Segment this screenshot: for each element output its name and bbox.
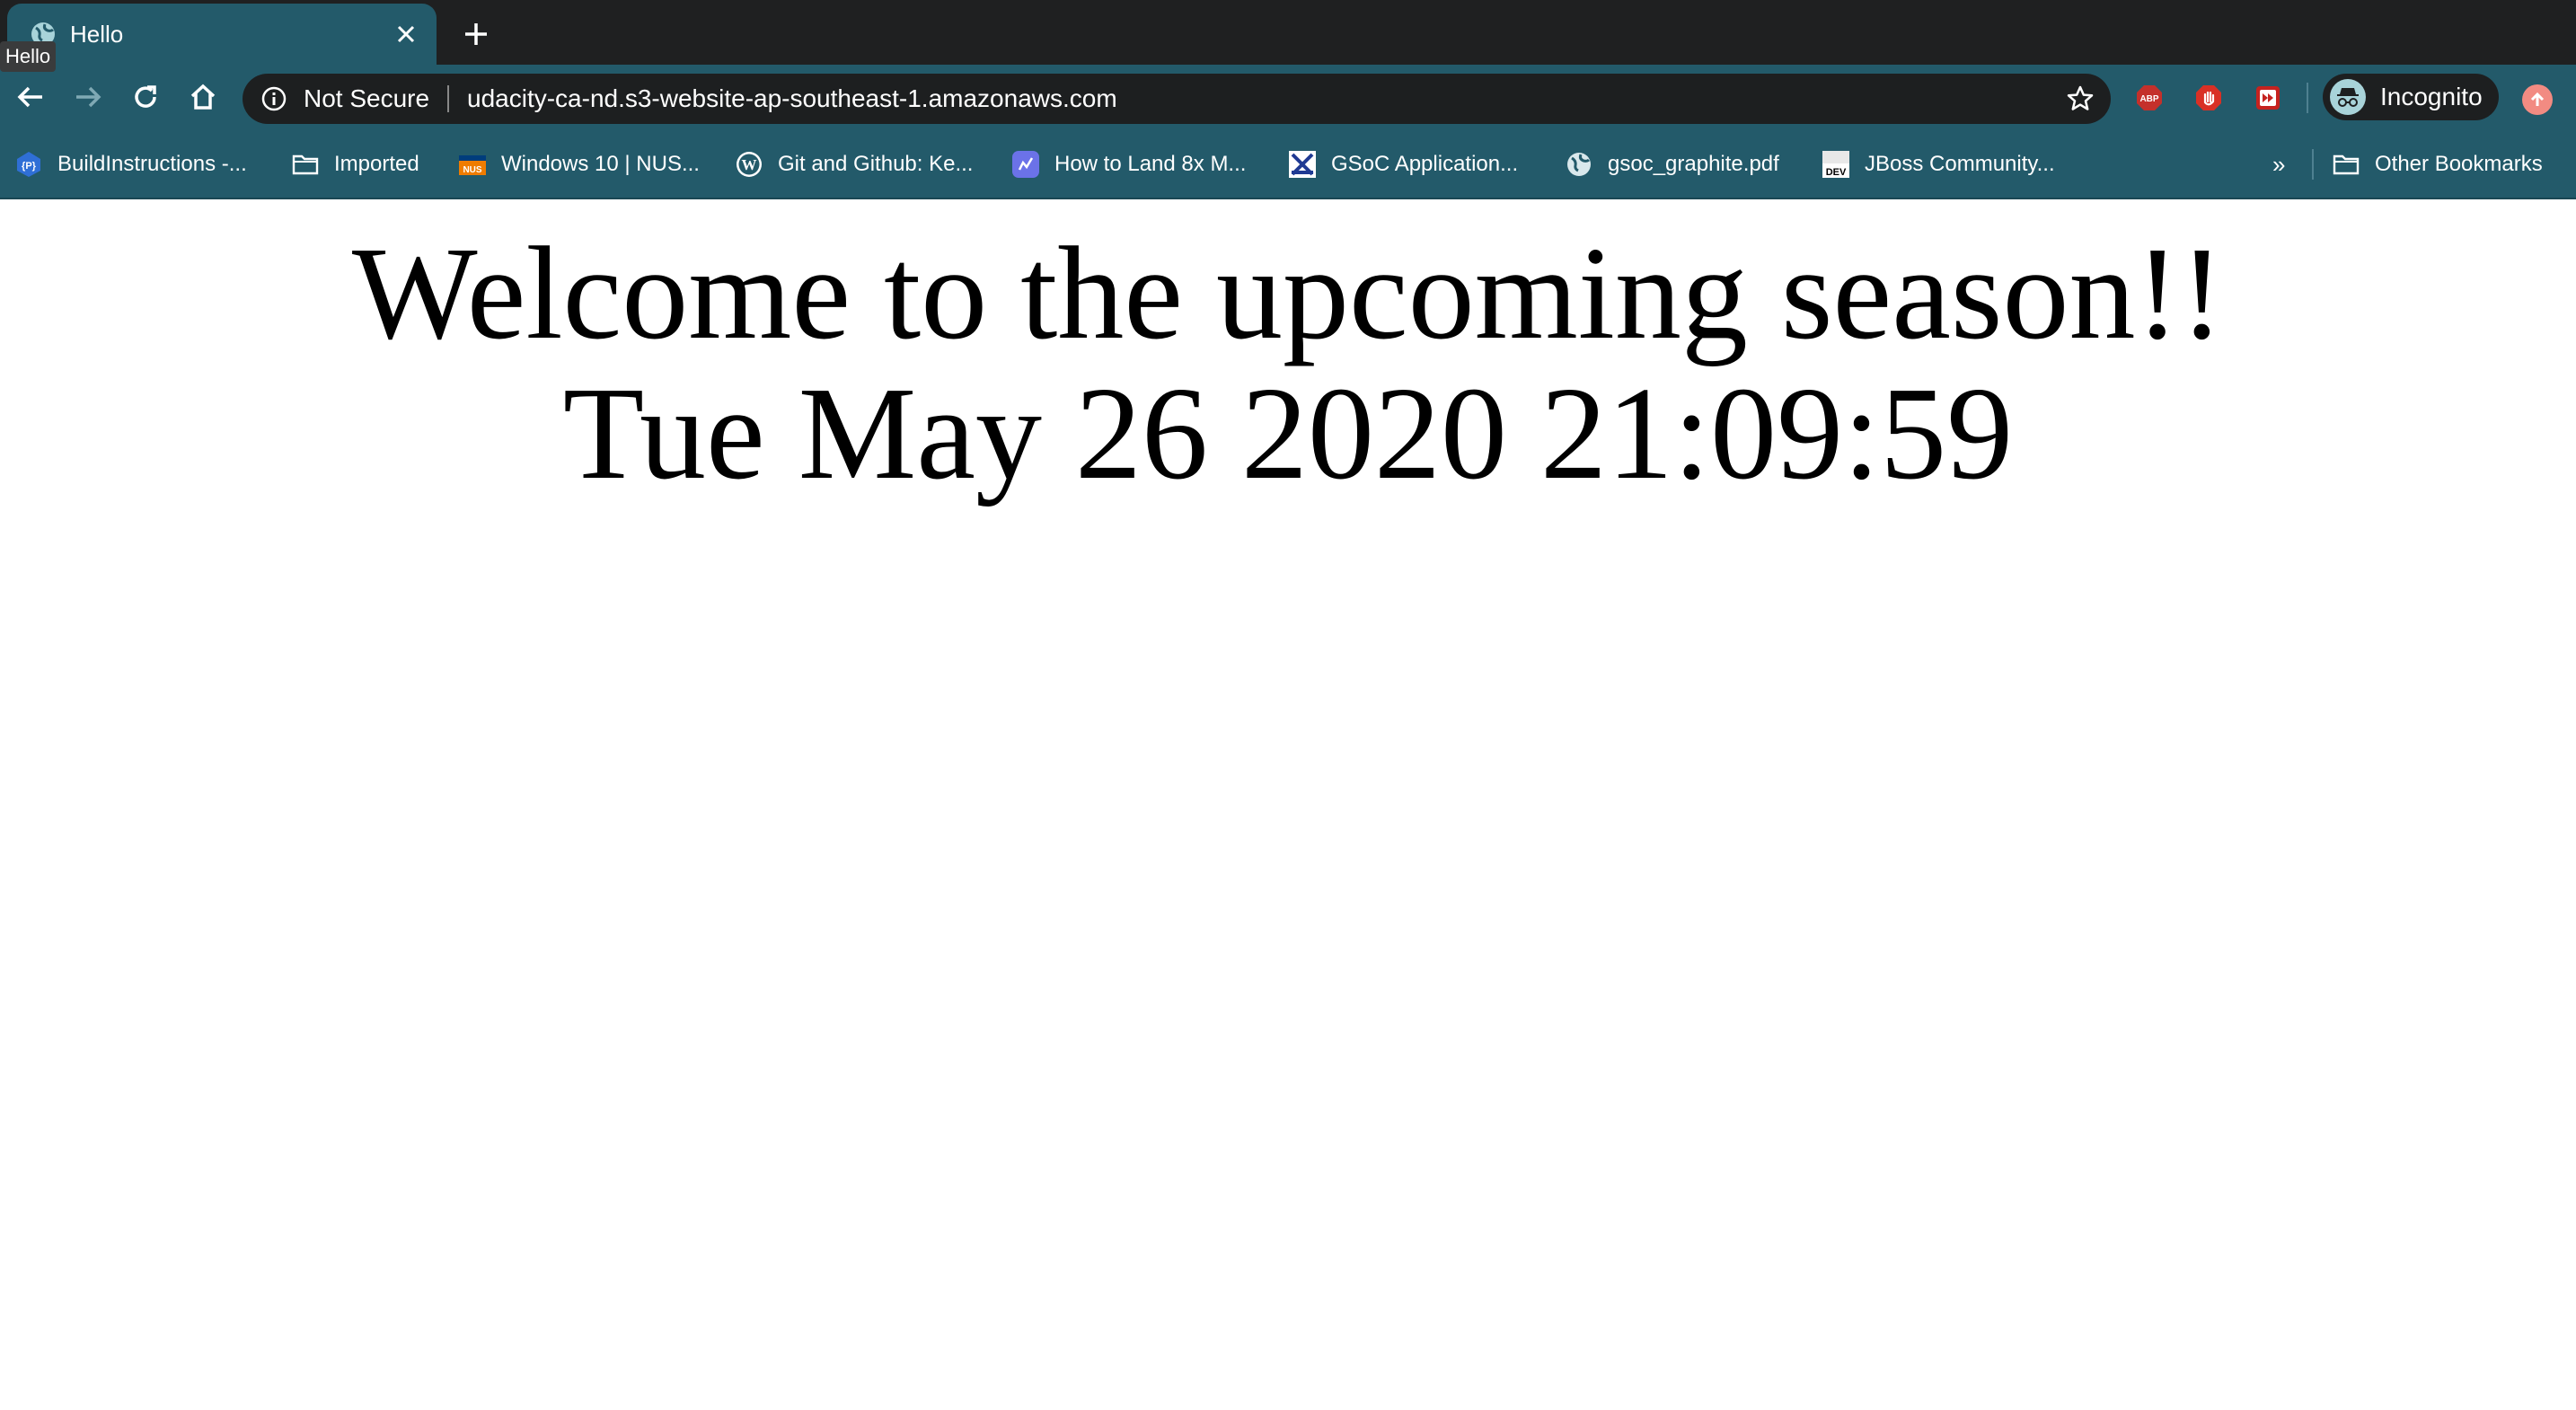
incognito-icon [2330,79,2366,115]
home-icon [190,84,216,110]
page-datetime: Tue May 26 2020 21:09:59 [562,360,2014,507]
wordpress-icon: W [735,150,763,179]
reload-icon [135,85,156,108]
plus-icon [465,23,487,45]
svg-text:{P}: {P} [22,161,37,172]
bookmark-item-gsoc-application[interactable]: GSoC Application... [1288,129,1518,199]
bookmark-folder-other[interactable]: Other Bookmarks [2332,129,2543,199]
bookmark-folder-imported[interactable]: Imported [291,129,419,199]
bookmark-label: Windows 10 | NUS... [501,152,700,176]
bookmark-label: Git and Github: Ke... [778,152,974,176]
bookmark-label: BuildInstructions -... [57,152,247,176]
arrow-left-icon [17,86,42,108]
bookmark-item-git-github[interactable]: W Git and Github: Ke... [735,129,973,199]
update-available-button[interactable] [2522,84,2553,115]
media-extension-icon[interactable] [2254,84,2281,111]
new-tab-button[interactable] [460,18,492,50]
bookmarks-bar: {P} BuildInstructions -... Imported NUS … [0,129,2576,199]
bookmark-item-windows-nus[interactable]: NUS Windows 10 | NUS... [458,129,700,199]
tab-active[interactable]: Hello [7,4,437,65]
bookmark-item-buildinstructions[interactable]: {P} BuildInstructions -... [14,129,247,199]
adblock-plus-icon[interactable]: ABP [2136,84,2163,111]
tab-title: Hello [70,21,124,48]
address-bar[interactable]: Not Secure udacity-ca-nd.s3-website-ap-s… [243,74,2111,124]
bookmarks-divider [2312,149,2314,180]
bookmark-label: Imported [334,152,419,176]
page-heading: Welcome to the upcoming season!! [351,220,2225,367]
adblock-plus-label: ABP [2139,94,2158,104]
svg-text:NUS: NUS [463,165,481,175]
security-status[interactable]: Not Secure [304,74,429,124]
bookmarks-overflow-button[interactable]: » [2272,129,2285,199]
back-button[interactable] [11,77,50,117]
bookmark-item-gsoc-graphite[interactable]: gsoc_graphite.pdf [1565,129,1779,199]
browser-toolbar: Not Secure udacity-ca-nd.s3-website-ap-s… [0,65,2576,129]
omnibox-separator [447,85,449,112]
svg-text:W: W [742,156,757,173]
globe-icon [1565,150,1593,179]
bookmark-label: How to Land 8x M... [1054,152,1247,176]
info-icon[interactable] [260,85,287,112]
url-text[interactable]: udacity-ca-nd.s3-website-ap-southeast-1.… [467,74,1117,124]
bookmark-item-how-to-land[interactable]: How to Land 8x M... [1011,129,1246,199]
tab-tooltip: Hello [0,41,57,72]
arrow-right-icon [76,86,101,108]
tab-strip: Hello [0,0,2576,65]
bookmark-item-jboss-community[interactable]: DEV JBoss Community... [1822,129,2055,199]
toolbar-divider [2307,83,2308,113]
arrow-up-icon [2530,92,2545,106]
folder-icon [291,150,320,179]
reload-button[interactable] [126,77,165,117]
svg-text:DEV: DEV [1826,167,1847,178]
close-tab-icon[interactable] [392,20,420,48]
forward-button[interactable] [68,77,108,117]
folder-icon [2332,150,2360,179]
bookmark-star-icon[interactable] [2066,84,2095,113]
medium-icon [1011,150,1040,179]
bookmark-label: GSoC Application... [1331,152,1519,176]
jboss-icon: DEV [1822,150,1850,179]
bookmark-label: JBoss Community... [1865,152,2055,176]
incognito-profile-button[interactable]: Incognito [2323,74,2499,120]
nus-icon: NUS [458,150,487,179]
adblock-hand-icon[interactable] [2195,84,2222,111]
pi-icon: {P} [14,150,43,179]
gsoc-icon [1288,150,1317,179]
page-content: Welcome to the upcoming season!! Tue May… [0,199,2576,1410]
incognito-label: Incognito [2380,83,2483,110]
bookmark-label: Other Bookmarks [2375,152,2543,176]
home-button[interactable] [183,77,223,117]
bookmark-label: gsoc_graphite.pdf [1608,152,1779,176]
